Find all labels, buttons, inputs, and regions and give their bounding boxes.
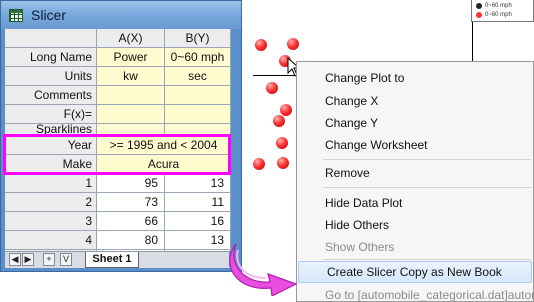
row-label[interactable]: Units bbox=[5, 67, 97, 86]
cell[interactable] bbox=[165, 105, 231, 124]
menu-separator bbox=[323, 259, 531, 260]
data-point[interactable] bbox=[253, 158, 265, 170]
data-point[interactable] bbox=[266, 82, 278, 94]
row-number[interactable]: 1 bbox=[5, 174, 97, 193]
make-condition-cell[interactable]: Acura bbox=[97, 155, 231, 174]
menu-item-change-y[interactable]: Change Y bbox=[297, 112, 533, 134]
window-title: Slicer bbox=[31, 7, 67, 23]
cell[interactable]: sec bbox=[165, 67, 231, 86]
menu-item-hide-others[interactable]: Hide Others bbox=[297, 214, 533, 236]
long-name-row: Long Name Power 0~60 mph bbox=[5, 48, 231, 67]
row-label[interactable]: Sparklines bbox=[5, 124, 97, 136]
year-condition-cell[interactable]: >= 1995 and < 2004 bbox=[97, 136, 231, 155]
menu-separator bbox=[323, 187, 531, 188]
cell[interactable] bbox=[165, 124, 231, 136]
legend-black-dot-icon bbox=[476, 3, 482, 9]
window-title-bar[interactable]: Slicer bbox=[1, 1, 241, 29]
menu-item-create-slicer-copy[interactable]: Create Slicer Copy as New Book bbox=[298, 261, 532, 283]
column-header-row: A(X) B(Y) bbox=[5, 29, 231, 48]
row-label[interactable]: Long Name bbox=[5, 48, 97, 67]
menu-item-go-to-worksheet[interactable]: Go to [automobile_categorical.dat]autom bbox=[297, 284, 533, 301]
cell[interactable]: 73 bbox=[97, 193, 165, 212]
context-menu[interactable]: Change Plot to Change X Change Y Change … bbox=[296, 61, 534, 302]
table-row: 3 66 16 bbox=[5, 212, 231, 231]
menu-separator bbox=[323, 159, 531, 160]
row-number[interactable]: 4 bbox=[5, 231, 97, 250]
cell[interactable]: 13 bbox=[165, 231, 231, 250]
menu-item-change-x[interactable]: Change X bbox=[297, 90, 533, 112]
column-header-b[interactable]: B(Y) bbox=[165, 29, 231, 48]
cell[interactable] bbox=[97, 105, 165, 124]
curved-arrow-icon bbox=[229, 243, 298, 296]
row-number[interactable]: 2 bbox=[5, 193, 97, 212]
fx-row: F(x)= bbox=[5, 105, 231, 124]
row-label[interactable]: F(x)= bbox=[5, 105, 97, 124]
cell[interactable]: kw bbox=[97, 67, 165, 86]
cell[interactable] bbox=[97, 86, 165, 105]
menu-item-change-plot-to[interactable]: Change Plot to bbox=[297, 67, 533, 89]
cell[interactable] bbox=[97, 124, 165, 136]
row-number[interactable]: 3 bbox=[5, 212, 97, 231]
cell[interactable]: 16 bbox=[165, 212, 231, 231]
table-row: 4 80 13 bbox=[5, 231, 231, 250]
corner-cell[interactable] bbox=[5, 29, 97, 48]
cell[interactable]: 95 bbox=[97, 174, 165, 193]
menu-item-show-others[interactable]: Show Others bbox=[297, 236, 533, 258]
row-label[interactable]: Make bbox=[5, 155, 97, 174]
row-label[interactable]: Year bbox=[5, 136, 97, 155]
legend-label: 0~60 mph bbox=[485, 3, 512, 9]
slicer-workbook-window[interactable]: Slicer A(X) B(Y) Long Name Power 0~60 mp… bbox=[0, 0, 242, 272]
data-point[interactable] bbox=[277, 157, 289, 169]
cell[interactable]: 80 bbox=[97, 231, 165, 250]
year-slicer-row: Year >= 1995 and < 2004 bbox=[5, 136, 231, 155]
data-point[interactable] bbox=[280, 104, 292, 116]
sheet-tab-bar: ◀ ▶ + V Sheet 1 bbox=[5, 251, 231, 268]
row-label[interactable]: Comments bbox=[5, 86, 97, 105]
menu-item-remove[interactable]: Remove bbox=[297, 162, 533, 184]
cell[interactable]: 0~60 mph bbox=[165, 48, 231, 67]
graph-legend[interactable]: 0~60 mph 0~60 mph bbox=[471, 0, 534, 22]
worksheet-icon bbox=[9, 9, 23, 22]
cell[interactable]: 11 bbox=[165, 193, 231, 212]
first-sheet-button[interactable]: ◀ bbox=[9, 253, 21, 266]
legend-red-dot-icon bbox=[476, 12, 482, 18]
table-row: 2 73 11 bbox=[5, 193, 231, 212]
table-row: 1 95 13 bbox=[5, 174, 231, 193]
cell[interactable]: Power bbox=[97, 48, 165, 67]
menu-item-change-worksheet[interactable]: Change Worksheet bbox=[297, 134, 533, 156]
make-slicer-row: Make Acura bbox=[5, 155, 231, 174]
cell[interactable]: 13 bbox=[165, 174, 231, 193]
cell[interactable] bbox=[165, 86, 231, 105]
data-point[interactable] bbox=[287, 38, 299, 50]
comments-row: Comments bbox=[5, 86, 231, 105]
column-header-a[interactable]: A(X) bbox=[97, 29, 165, 48]
data-point[interactable] bbox=[273, 115, 285, 127]
next-sheet-button[interactable]: ▶ bbox=[22, 253, 34, 266]
legend-label: 0~60 mph bbox=[485, 12, 512, 18]
data-point[interactable] bbox=[255, 39, 267, 51]
add-sheet-button[interactable]: + bbox=[43, 253, 55, 266]
cell[interactable]: 66 bbox=[97, 212, 165, 231]
sheet-tab-active[interactable]: Sheet 1 bbox=[85, 252, 139, 268]
menu-item-hide-data-plot[interactable]: Hide Data Plot bbox=[297, 192, 533, 214]
data-point[interactable] bbox=[276, 137, 288, 149]
sheet-list-button[interactable]: V bbox=[60, 253, 72, 266]
units-row: Units kw sec bbox=[5, 67, 231, 86]
worksheet-grid[interactable]: A(X) B(Y) Long Name Power 0~60 mph Units… bbox=[5, 29, 231, 251]
sparklines-row: Sparklines bbox=[5, 124, 231, 136]
